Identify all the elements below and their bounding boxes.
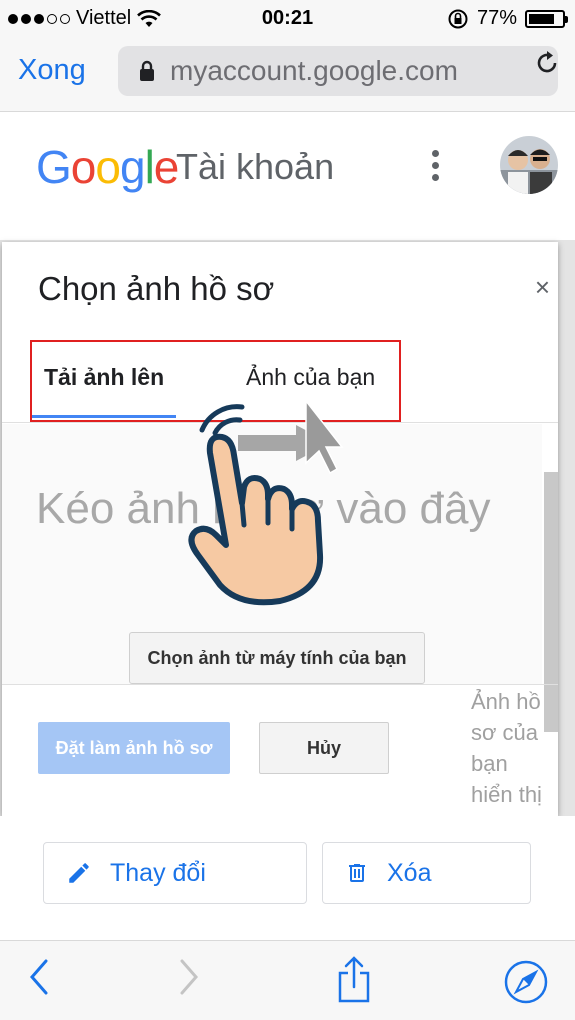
delete-label: Xóa <box>387 858 432 887</box>
status-bar: Viettel 00:21 77% <box>0 0 575 38</box>
tab-your-photos[interactable]: Ảnh của bạn <box>246 364 375 391</box>
share-icon[interactable] <box>334 955 374 1005</box>
browser-toolbar <box>0 940 575 1020</box>
more-vert-icon[interactable] <box>432 150 439 181</box>
delete-button[interactable]: Xóa <box>322 842 531 904</box>
hand-pointer-icon <box>188 398 344 606</box>
url-text: myaccount.google.com <box>170 55 458 86</box>
profile-actions: Thay đổi Xóa <box>0 816 575 941</box>
change-button[interactable]: Thay đổi <box>43 842 307 904</box>
avatar[interactable] <box>500 136 558 194</box>
header-title: Tài khoản <box>176 146 335 187</box>
choose-from-computer-button[interactable]: Chọn ảnh từ máy tính của bạn <box>129 632 425 684</box>
reload-icon[interactable] <box>533 49 561 77</box>
divider <box>2 684 558 685</box>
side-note: Ảnh hồ sơ của bạn hiển thị <box>471 689 542 807</box>
rotation-lock-icon <box>448 9 468 28</box>
forward-icon[interactable] <box>176 955 202 999</box>
account-header: Google Tài khoản <box>0 112 575 240</box>
lock-icon <box>140 60 154 81</box>
browser-bar: Xong myaccount.google.com <box>0 38 575 112</box>
cancel-button[interactable]: Hủy <box>259 722 389 774</box>
status-right: 77% <box>447 7 568 30</box>
tab-upload[interactable]: Tải ảnh lên <box>44 364 164 391</box>
dialog-title: Chọn ảnh hồ sơ <box>38 270 275 307</box>
close-icon[interactable]: × <box>535 272 550 303</box>
battery-percent: 77% <box>476 7 517 29</box>
battery-icon <box>525 9 568 28</box>
change-label: Thay đổi <box>110 858 206 887</box>
set-profile-photo-button[interactable]: Đặt làm ảnh hồ sơ <box>38 722 230 774</box>
back-icon[interactable] <box>26 955 52 999</box>
trash-icon <box>349 864 365 882</box>
pencil-icon <box>69 863 89 883</box>
address-bar[interactable]: myaccount.google.com <box>118 46 558 96</box>
done-button[interactable]: Xong <box>18 54 86 87</box>
compass-icon[interactable] <box>503 959 549 1005</box>
google-logo[interactable]: Google <box>36 140 179 194</box>
active-tab-indicator <box>32 415 176 418</box>
